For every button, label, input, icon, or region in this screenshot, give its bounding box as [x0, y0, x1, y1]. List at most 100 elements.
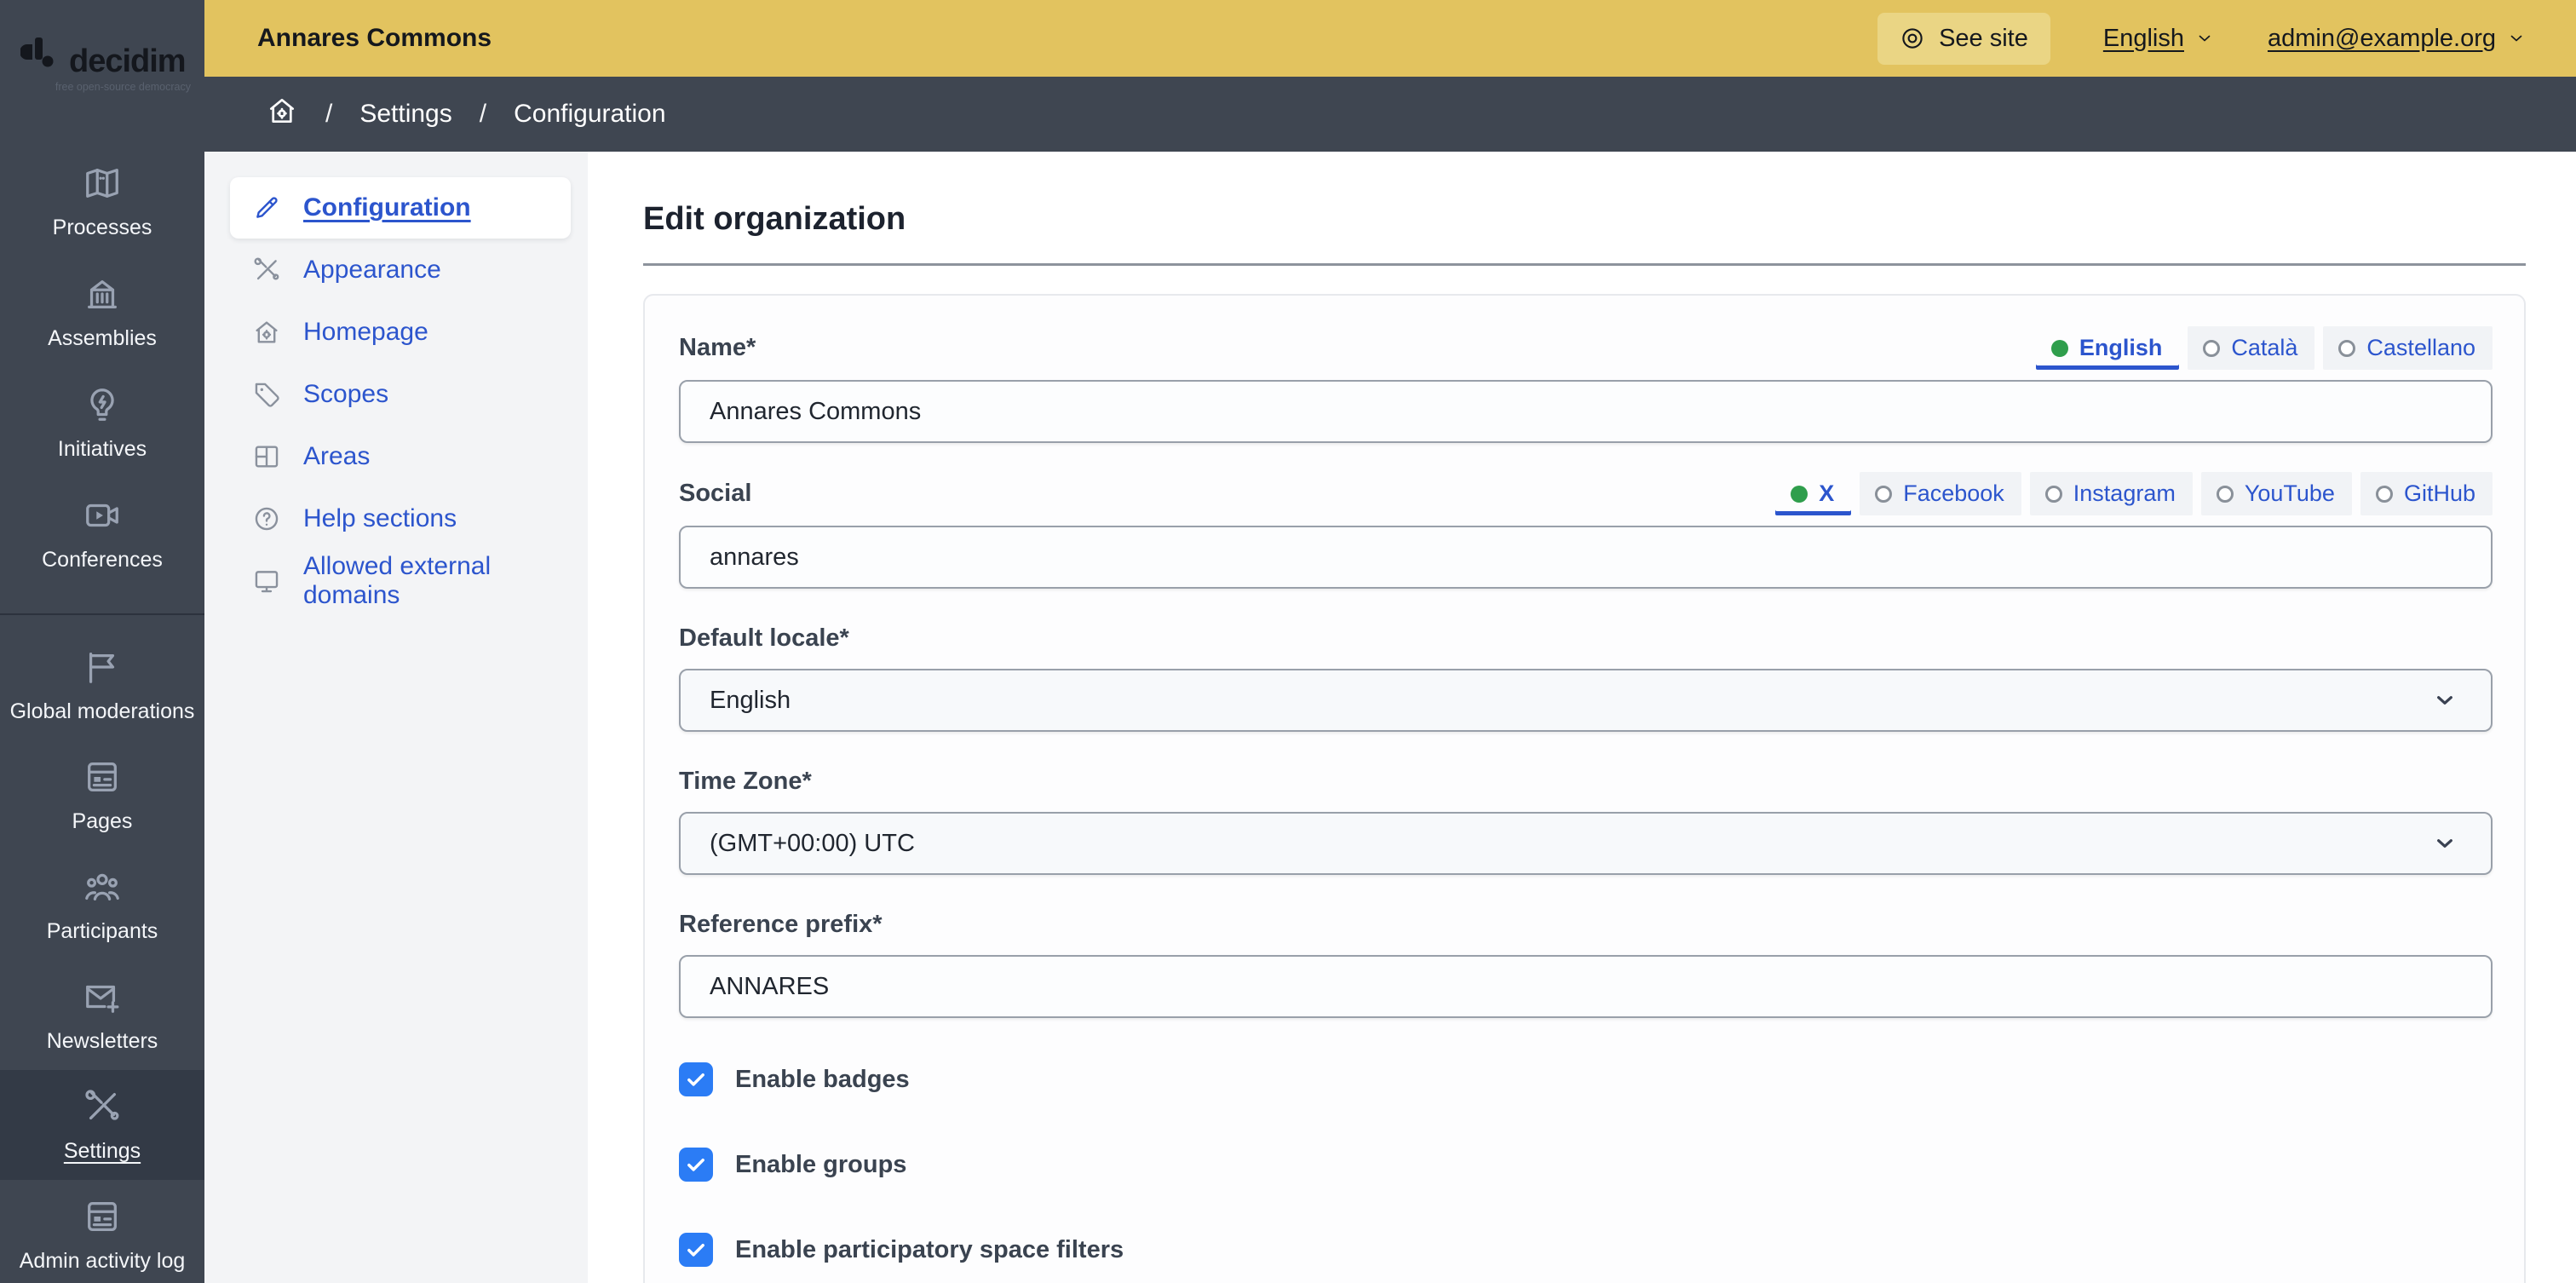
sidebar-item-label: Newsletters — [46, 1028, 158, 1053]
title-divider — [643, 263, 2526, 266]
social-tab-youtube[interactable]: YouTube — [2200, 472, 2352, 515]
enable-participatory-space-filters-checkbox[interactable] — [679, 1233, 713, 1267]
sidebar-item-pages[interactable]: Pages — [0, 740, 204, 850]
locale-incomplete-dot — [2338, 339, 2356, 357]
reference-prefix-field: Reference prefix* — [679, 904, 2493, 1018]
sidebar-item-label: Settings — [63, 1138, 141, 1163]
edit-organization-form: Name* English Català Castellano Annares … — [643, 294, 2526, 1283]
social-label: Social — [679, 480, 752, 507]
locale-tab-catala[interactable]: Català — [2188, 326, 2315, 370]
locale-tabs: English Català Castellano — [2036, 326, 2493, 370]
submenu-item-label: Areas — [303, 442, 371, 470]
government-icon — [83, 274, 122, 318]
enable-participatory-space-filters-row[interactable]: Enable participatory space filters — [679, 1233, 2493, 1267]
sidebar-item-processes[interactable]: Processes — [0, 147, 204, 257]
submenu-item-areas[interactable]: Areas — [230, 426, 571, 487]
breadcrumb-separator: / — [479, 100, 487, 128]
locale-tab-label: English — [2079, 335, 2163, 360]
social-tab-github[interactable]: GitHub — [2360, 472, 2493, 515]
enable-badges-label: Enable badges — [735, 1065, 910, 1093]
reference-prefix-input[interactable] — [679, 955, 2493, 1018]
tools-icon — [83, 1087, 122, 1131]
check-icon — [687, 1244, 704, 1257]
organization-name: Annares Commons — [257, 24, 492, 52]
enable-badges-row[interactable]: Enable badges — [679, 1062, 2493, 1096]
default-locale-label: Default locale* — [679, 624, 849, 652]
submenu-item-label: Homepage — [303, 318, 428, 346]
language-menu[interactable]: English — [2103, 25, 2215, 53]
locale-tab-label: Català — [2231, 335, 2298, 360]
social-tab-instagram[interactable]: Instagram — [2029, 472, 2193, 515]
sidebar-item-initiatives[interactable]: Initiatives — [0, 368, 204, 479]
tag-icon — [255, 383, 279, 407]
question-icon — [255, 507, 279, 531]
enable-groups-row[interactable]: Enable groups — [679, 1148, 2493, 1182]
language-menu-label: English — [2102, 24, 2184, 52]
social-tab-label: X — [1819, 480, 1835, 506]
target-icon — [1902, 28, 1923, 49]
main-sidebar: decidim free open-source democracy Proce… — [0, 0, 204, 1283]
locale-tab-english[interactable]: English — [2036, 326, 2180, 370]
map-icon — [83, 164, 122, 207]
sidebar-item-label: Global moderations — [9, 699, 195, 723]
mail-plus-icon — [83, 977, 122, 1021]
enable-groups-checkbox[interactable] — [679, 1148, 713, 1182]
submenu-item-allowed-external-domains[interactable]: Allowed external domains — [230, 550, 571, 612]
breadcrumb-configuration[interactable]: Configuration — [514, 100, 665, 129]
main-content: Edit organization Name* English Català C… — [588, 152, 2576, 1283]
social-tab-x[interactable]: X — [1775, 472, 1851, 515]
breadcrumb: / Settings / Configuration — [204, 77, 2576, 152]
time-zone-field: Time Zone* (GMT+00:00) UTC — [679, 761, 2493, 875]
sidebar-item-label: Pages — [72, 808, 133, 833]
name-label: Name* — [679, 334, 756, 361]
sidebar-item-label: Initiatives — [57, 437, 147, 462]
sidebar-item-participants[interactable]: Participants — [0, 850, 204, 960]
sidebar-item-newsletters[interactable]: Newsletters — [0, 960, 204, 1070]
home-icon — [269, 98, 295, 124]
sidebar-item-label: Processes — [52, 216, 152, 240]
monitor-icon — [255, 571, 279, 593]
sidebar-item-assemblies[interactable]: Assemblies — [0, 257, 204, 368]
chevron-down-icon — [2437, 696, 2452, 705]
social-tab-label: Facebook — [1903, 480, 2004, 506]
submenu-item-configuration[interactable]: Configuration — [230, 177, 571, 239]
sidebar-item-label: Assemblies — [48, 326, 157, 351]
default-locale-select[interactable]: English — [679, 669, 2493, 732]
social-field: Social X Facebook Instagram YouTube GitH… — [679, 472, 2493, 589]
name-input[interactable] — [679, 380, 2493, 443]
default-locale-value: English — [710, 686, 791, 714]
enable-participatory-space-filters-label: Enable participatory space filters — [735, 1235, 1124, 1263]
enable-badges-checkbox[interactable] — [679, 1062, 713, 1096]
sidebar-item-label: Participants — [46, 918, 158, 943]
chevron-down-icon — [2199, 35, 2211, 42]
social-incomplete-dot — [2375, 485, 2393, 503]
decidim-logo-tagline: free open-source democracy — [55, 81, 191, 93]
breadcrumb-home[interactable] — [266, 95, 298, 134]
submenu-item-label: Configuration — [303, 193, 471, 222]
see-site-label: See site — [1939, 24, 2028, 52]
see-site-button[interactable]: See site — [1877, 12, 2050, 65]
submenu-item-homepage[interactable]: Homepage — [230, 302, 571, 363]
flag-icon — [83, 647, 122, 691]
settings-submenu: Configuration Appearance Homepage Scopes… — [204, 152, 588, 1283]
submenu-item-scopes[interactable]: Scopes — [230, 364, 571, 425]
sidebar-item-admin-activity-log[interactable]: Admin activity log — [0, 1180, 204, 1283]
breadcrumb-separator: / — [325, 100, 333, 128]
chevron-down-icon — [2437, 839, 2452, 848]
sidebar-item-settings[interactable]: Settings — [0, 1070, 204, 1180]
sidebar-item-conferences[interactable]: Conferences — [0, 479, 204, 590]
social-tab-facebook[interactable]: Facebook — [1860, 472, 2021, 515]
submenu-item-help-sections[interactable]: Help sections — [230, 488, 571, 549]
account-menu[interactable]: admin@example.org — [2268, 25, 2527, 53]
decidim-logo[interactable]: decidim free open-source democracy — [20, 34, 191, 93]
submenu-item-appearance[interactable]: Appearance — [230, 239, 571, 301]
locale-tab-castellano[interactable]: Castellano — [2323, 326, 2493, 370]
social-complete-dot — [1791, 485, 1808, 503]
breadcrumb-settings[interactable]: Settings — [359, 100, 451, 129]
social-handle-input[interactable] — [679, 526, 2493, 589]
sidebar-item-global-moderations[interactable]: Global moderations — [0, 630, 204, 740]
submenu-item-label: Appearance — [303, 256, 441, 284]
decidim-logo-mark — [20, 34, 65, 78]
time-zone-select[interactable]: (GMT+00:00) UTC — [679, 812, 2493, 875]
social-incomplete-dot — [2216, 485, 2234, 503]
